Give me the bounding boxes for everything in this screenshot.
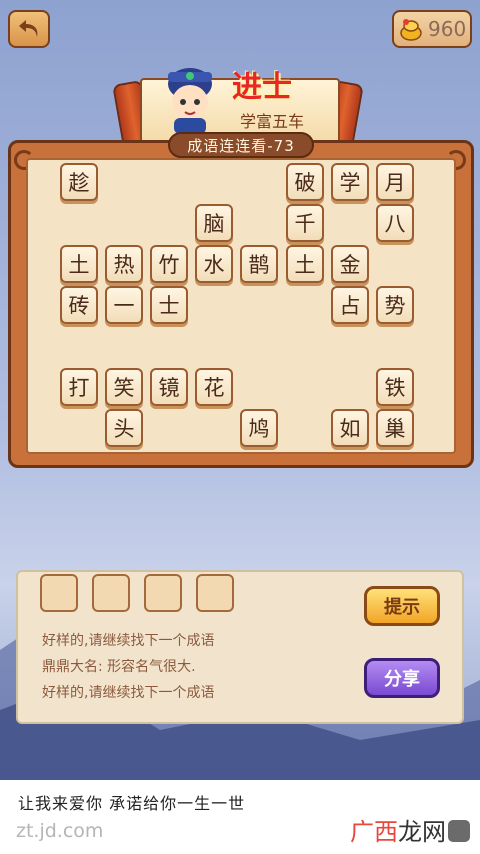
char-tile[interactable]: 士 (150, 286, 188, 324)
char-tile[interactable]: 趁 (60, 163, 98, 201)
back-arrow-icon (19, 20, 38, 37)
share-button[interactable]: 分享 (364, 658, 440, 698)
char-tile[interactable]: 头 (105, 409, 143, 447)
char-tile[interactable]: 巢 (376, 409, 414, 447)
rank-subtitle: 学富五车 (240, 112, 305, 131)
rank-title: 进士 (232, 70, 292, 105)
char-tile[interactable]: 竹 (150, 245, 188, 283)
char-tile[interactable]: 砖 (60, 286, 98, 324)
char-tile[interactable]: 千 (286, 204, 324, 242)
ad-brand-red: 广西 (350, 818, 398, 846)
char-tile[interactable]: 土 (286, 245, 324, 283)
char-tile[interactable]: 金 (331, 245, 369, 283)
ad-slogan: 让我来爱你 承诺给你一生一世 (18, 794, 246, 813)
ad-brand: 广西龙网 (350, 812, 446, 847)
char-tile[interactable]: 一 (105, 286, 143, 324)
ad-url: zt.jd.com (16, 820, 104, 842)
char-tile[interactable]: 水 (195, 245, 233, 283)
char-tile[interactable]: 热 (105, 245, 143, 283)
char-tile[interactable]: 占 (331, 286, 369, 324)
char-tile[interactable]: 学 (331, 163, 369, 201)
char-tile[interactable]: 鸠 (240, 409, 278, 447)
char-tile[interactable]: 笑 (105, 368, 143, 406)
char-tile[interactable]: 八 (376, 204, 414, 242)
char-tile[interactable]: 脑 (195, 204, 233, 242)
char-tile[interactable]: 势 (376, 286, 414, 324)
message-line: 好样的,请继续找下一个成语 (42, 685, 215, 701)
hint-button[interactable]: 提示 (364, 586, 440, 626)
char-tile[interactable]: 鹊 (240, 245, 278, 283)
back-button[interactable] (8, 10, 50, 48)
answer-slot (40, 574, 78, 612)
answer-slot (144, 574, 182, 612)
ad-brand-dark: 龙网 (398, 818, 446, 846)
ad-app-icon (448, 820, 470, 842)
char-tile[interactable]: 花 (195, 368, 233, 406)
message-line: 鼎鼎大名: 形容名气很大. (42, 659, 196, 675)
coin-pouch-icon (400, 19, 422, 41)
coin-counter: 960 (392, 10, 472, 48)
char-tile[interactable]: 镜 (150, 368, 188, 406)
coin-value: 960 (428, 17, 467, 41)
char-tile[interactable]: 破 (286, 163, 324, 201)
answer-slot (196, 574, 234, 612)
scholar-avatar (168, 68, 212, 134)
level-label: 成语连连看-73 (168, 132, 314, 158)
answer-slot (92, 574, 130, 612)
char-tile[interactable]: 土 (60, 245, 98, 283)
char-tile[interactable]: 如 (331, 409, 369, 447)
char-tile[interactable]: 铁 (376, 368, 414, 406)
char-tile[interactable]: 月 (376, 163, 414, 201)
char-tile[interactable]: 打 (60, 368, 98, 406)
message-line: 好样的,请继续找下一个成语 (42, 633, 215, 649)
